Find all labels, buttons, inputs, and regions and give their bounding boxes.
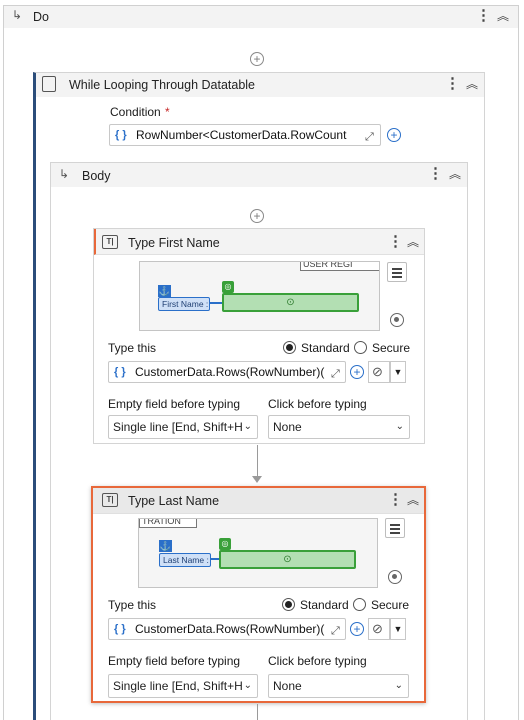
preview-banner: USER REGI: [300, 262, 379, 271]
radio-standard-label: Standard: [300, 598, 349, 612]
add-activity-icon[interactable]: +: [250, 52, 264, 66]
type-this-field[interactable]: { } CustomerData.Rows(RowNumber)( ⤢: [108, 618, 346, 640]
target-field: ⊙: [222, 293, 359, 312]
show-target-icon[interactable]: [390, 313, 404, 327]
chevron-down-icon: ⌄: [243, 680, 252, 691]
body-more-icon[interactable]: ⋮: [428, 166, 443, 182]
type-mode-dropdown-icon[interactable]: ▼: [390, 361, 406, 383]
radio-secure[interactable]: [354, 341, 367, 354]
hide-text-icon[interactable]: ⊘: [368, 361, 390, 383]
type-this-add-icon[interactable]: +: [350, 365, 364, 379]
options-menu-icon[interactable]: [387, 262, 407, 282]
type-this-value: CustomerData.Rows(RowNumber)(: [135, 622, 325, 636]
activity-more-icon[interactable]: ⋮: [388, 234, 403, 250]
chevron-down-icon: ⌄: [394, 680, 403, 691]
flow-connector: [257, 704, 258, 720]
radio-secure-label: Secure: [371, 598, 410, 612]
expression-braces-icon: { }: [114, 623, 126, 635]
body-collapse-icon[interactable]: ︽: [448, 166, 462, 182]
body-title: Body: [82, 169, 111, 183]
anchor-label: Last Name :: [159, 553, 211, 567]
anchor-marker-icon: ⚓: [159, 540, 172, 552]
type-this-field[interactable]: { } CustomerData.Rows(RowNumber)( ⤢: [108, 361, 346, 383]
type-into-icon: T|: [102, 235, 118, 249]
chevron-down-icon: ⌄: [395, 421, 404, 432]
empty-field-label: Empty field before typing: [108, 397, 241, 411]
do-branch-icon: ↳: [12, 8, 23, 22]
do-collapse-icon[interactable]: ︽: [496, 8, 510, 24]
activity-title: Type First Name: [128, 236, 220, 250]
preview-banner: TRATION: [139, 519, 197, 528]
radio-standard[interactable]: [283, 341, 296, 354]
type-this-value: CustomerData.Rows(RowNumber)(: [135, 365, 325, 379]
target-preview: TRATION ⚓ Last Name : ◎ ⊙: [138, 518, 378, 588]
click-before-select[interactable]: None ⌄: [268, 674, 409, 698]
expand-editor-icon[interactable]: ⤢: [331, 364, 343, 380]
expand-editor-icon[interactable]: ⤢: [331, 621, 343, 637]
body-header[interactable]: [51, 163, 467, 187]
do-header[interactable]: [4, 6, 518, 28]
while-title: While Looping Through Datatable: [69, 78, 256, 92]
click-before-select[interactable]: None ⌄: [268, 415, 410, 439]
click-before-label: Click before typing: [268, 654, 367, 668]
radio-standard-label: Standard: [301, 341, 350, 355]
anchor-connector: [211, 558, 219, 560]
type-this-label: Type this: [108, 598, 157, 612]
do-more-icon[interactable]: ⋮: [476, 8, 491, 24]
show-target-icon[interactable]: [388, 570, 402, 584]
options-menu-icon[interactable]: [385, 518, 405, 538]
activity-more-icon[interactable]: ⋮: [388, 492, 403, 508]
expression-braces-icon: { }: [115, 129, 127, 141]
anchor-connector: [210, 302, 222, 304]
type-into-activity[interactable]: T| Type First Name ⋮ ︽ USER REGI ⚓ First…: [93, 228, 425, 444]
activity-title: Type Last Name: [128, 494, 220, 508]
flow-connector: [257, 445, 258, 480]
radio-standard[interactable]: [282, 598, 295, 611]
while-more-icon[interactable]: ⋮: [445, 76, 460, 92]
clipboard-loop-icon: [42, 76, 56, 92]
condition-value: RowNumber<CustomerData.RowCount: [136, 128, 347, 142]
expression-braces-icon: { }: [114, 366, 126, 378]
anchor-marker-icon: ⚓: [158, 285, 171, 297]
type-into-icon: T|: [102, 493, 118, 507]
empty-field-value: Single line [End, Shift+H: [113, 420, 243, 434]
empty-field-select[interactable]: Single line [End, Shift+H ⌄: [108, 674, 258, 698]
type-mode-dropdown-icon[interactable]: ▼: [390, 618, 406, 640]
activity-collapse-icon[interactable]: ︽: [406, 492, 420, 508]
empty-field-label: Empty field before typing: [108, 654, 241, 668]
add-activity-icon[interactable]: +: [250, 209, 264, 223]
required-mark: *: [165, 105, 170, 119]
body-branch-icon: ↳: [59, 167, 70, 181]
target-preview: USER REGI ⚓ First Name : ◎ ⊙: [139, 261, 380, 331]
while-collapse-icon[interactable]: ︽: [465, 76, 479, 92]
target-field: ⊙: [219, 550, 356, 569]
empty-field-select[interactable]: Single line [End, Shift+H ⌄: [108, 415, 258, 439]
type-this-add-icon[interactable]: +: [350, 622, 364, 636]
condition-add-icon[interactable]: +: [387, 128, 401, 142]
radio-secure-label: Secure: [372, 341, 411, 355]
chevron-down-icon: ⌄: [243, 421, 252, 432]
click-before-value: None: [273, 420, 302, 434]
type-into-activity-selected[interactable]: T| Type Last Name ⋮ ︽ TRATION ⚓ Last Nam…: [91, 486, 426, 703]
condition-label: Condition: [110, 105, 161, 119]
click-before-label: Click before typing: [268, 397, 367, 411]
empty-field-value: Single line [End, Shift+H: [113, 679, 243, 693]
radio-secure[interactable]: [353, 598, 366, 611]
type-this-label: Type this: [108, 341, 157, 355]
condition-field[interactable]: { } RowNumber<CustomerData.RowCount ⤢: [109, 124, 381, 146]
target-marker-icon: ◎: [219, 538, 231, 550]
target-marker-icon: ◎: [222, 281, 234, 293]
click-before-value: None: [273, 679, 302, 693]
expand-editor-icon[interactable]: ⤢: [365, 127, 377, 143]
activity-collapse-icon[interactable]: ︽: [406, 234, 420, 250]
arrow-down-icon: [252, 476, 262, 483]
hide-text-icon[interactable]: ⊘: [368, 618, 390, 640]
anchor-label: First Name :: [158, 297, 210, 311]
do-title: Do: [33, 10, 49, 24]
